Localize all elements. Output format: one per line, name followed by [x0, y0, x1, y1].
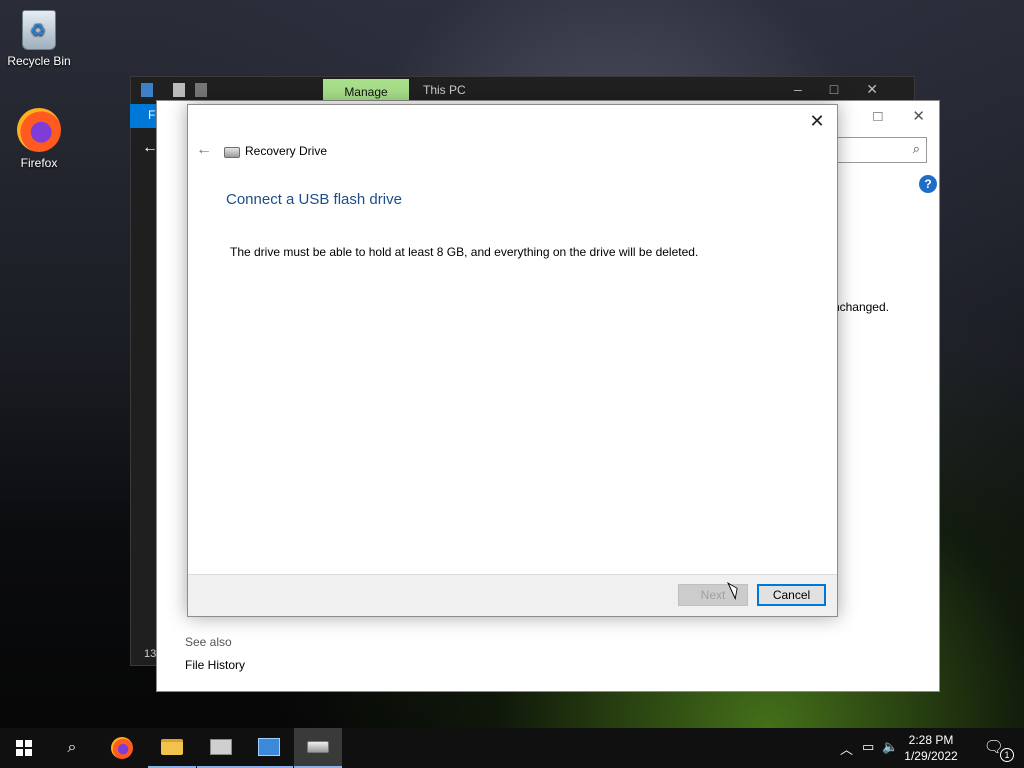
firefox-icon — [111, 737, 133, 759]
clock-date: 1/29/2022 — [904, 749, 958, 763]
taskbar: ⌕ ︿ ▭ 🔈 2:28 PM 1/29/2022 🗨 1 — [0, 728, 1024, 768]
folder-icon — [161, 739, 183, 755]
search-input[interactable]: ⌕ — [831, 137, 927, 163]
properties-icon[interactable] — [173, 83, 185, 97]
desktop-icon-firefox[interactable]: Firefox — [1, 108, 77, 170]
recovery-drive-dialog[interactable]: ✕ ← Recovery Drive Connect a USB flash d… — [187, 104, 838, 617]
explorer-back-window-controls[interactable]: –□✕ — [794, 81, 906, 98]
taskbar-control-panel[interactable] — [245, 728, 293, 768]
dialog-heading: Connect a USB flash drive — [226, 191, 402, 208]
file-history-link[interactable]: File History — [185, 658, 245, 672]
drive-icon — [307, 741, 329, 753]
ribbon-file-tab[interactable]: F — [130, 104, 158, 128]
taskbar-system[interactable] — [197, 728, 245, 768]
maximize-icon[interactable]: □ — [873, 108, 882, 125]
close-icon[interactable]: ✕ — [912, 108, 925, 125]
search-icon: ⌕ — [912, 141, 920, 156]
close-button[interactable]: ✕ — [805, 109, 829, 133]
start-button[interactable] — [0, 728, 48, 768]
see-also-heading: See also — [185, 635, 232, 649]
dialog-title: Recovery Drive — [245, 144, 328, 158]
windows-logo-icon — [16, 740, 32, 756]
network-icon[interactable]: ▭ — [862, 739, 874, 755]
explorer-mid-window-controls[interactable]: □ ✕ — [843, 107, 925, 125]
firefox-icon — [17, 108, 61, 152]
search-button[interactable]: ⌕ — [48, 728, 96, 768]
recycle-bin-label: Recycle Bin — [7, 54, 71, 68]
computer-icon — [141, 83, 153, 97]
dialog-body-text: The drive must be able to hold at least … — [230, 245, 699, 259]
taskbar-file-explorer[interactable] — [148, 728, 196, 768]
desktop-icon-recycle-bin[interactable]: Recycle Bin — [1, 10, 77, 68]
status-item-count: 13 — [144, 648, 157, 660]
system-tray: ︿ ▭ 🔈 2:28 PM 1/29/2022 🗨 1 — [834, 728, 1024, 768]
chevron-up-icon[interactable]: ︿ — [840, 739, 853, 758]
control-panel-icon — [258, 738, 280, 756]
firefox-label: Firefox — [20, 156, 58, 170]
clock-time: 2:28 PM — [908, 733, 954, 747]
recycle-bin-icon — [22, 10, 56, 50]
help-icon[interactable]: ? — [919, 175, 937, 193]
taskbar-firefox[interactable] — [98, 728, 146, 768]
new-folder-icon[interactable] — [195, 83, 207, 97]
clock[interactable]: 2:28 PM 1/29/2022 — [896, 732, 966, 764]
cancel-button[interactable]: Cancel — [757, 584, 826, 606]
description-text: nchanged. — [832, 300, 889, 314]
search-icon: ⌕ — [67, 739, 77, 756]
notification-badge: 1 — [1000, 748, 1014, 762]
back-button[interactable]: ← — [196, 141, 212, 159]
system-icon — [210, 739, 232, 755]
drive-icon — [224, 147, 240, 158]
taskbar-recovery-drive[interactable] — [294, 728, 342, 768]
window-title-this-pc: This PC — [423, 83, 466, 97]
